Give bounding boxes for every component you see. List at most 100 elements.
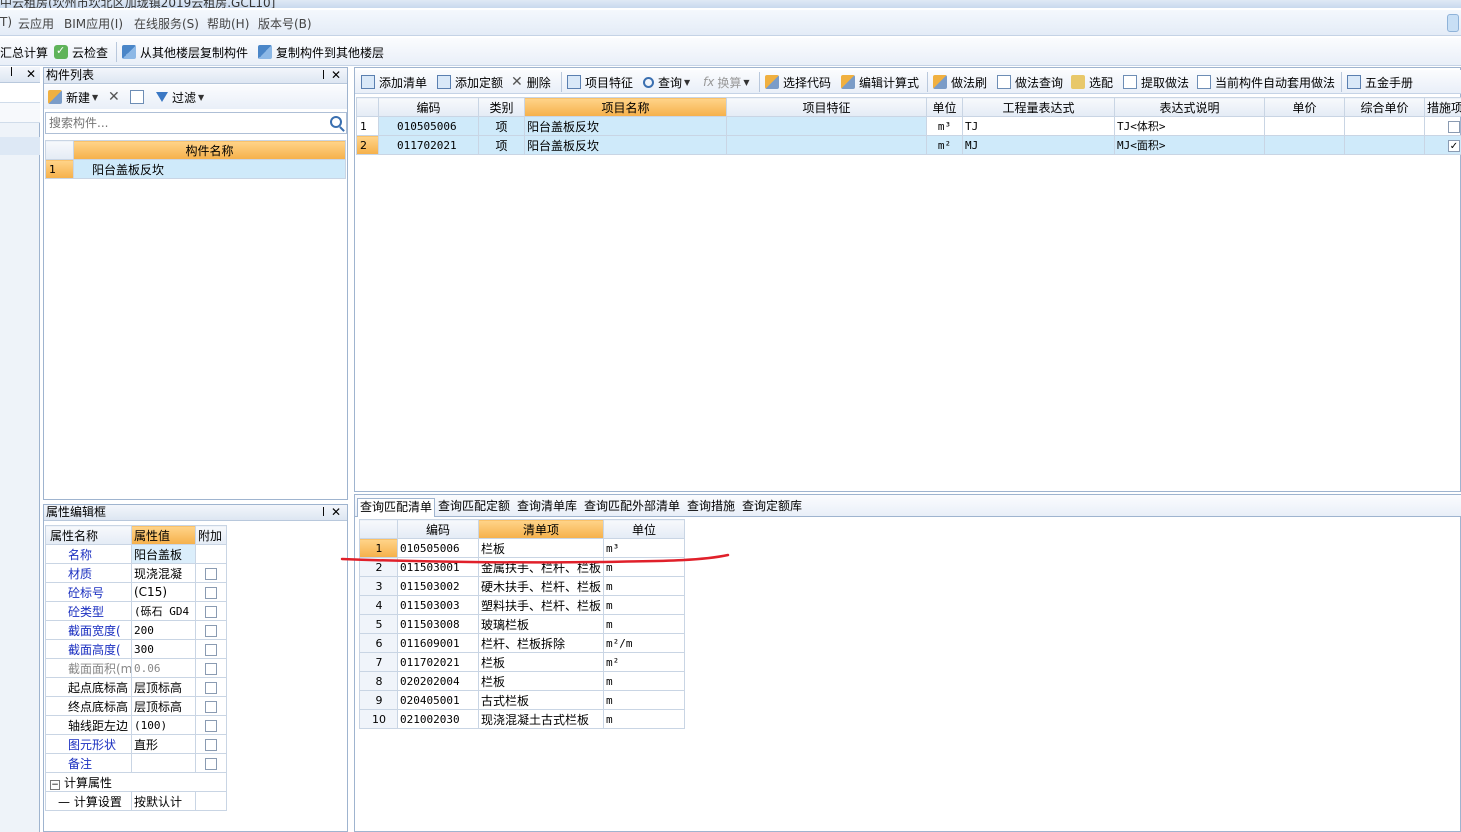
property-group-row[interactable]: − 计算属性 [45, 772, 227, 792]
unit-cell[interactable]: m [603, 709, 685, 729]
property-row[interactable]: 轴线距左边 (100) [45, 715, 227, 735]
extra-checkbox[interactable] [205, 662, 217, 675]
total-price-cell[interactable] [1344, 116, 1425, 136]
column-header-description[interactable]: 表达式说明 [1114, 97, 1265, 117]
code-cell[interactable]: 011702021 [397, 652, 479, 672]
component-name-cell[interactable]: 阳台盖板反坎 [73, 159, 346, 179]
tab-query-measures[interactable]: 查询措施 [685, 498, 737, 517]
column-header-price[interactable]: 单价 [1264, 97, 1345, 117]
unit-cell[interactable]: m² [603, 652, 685, 672]
navigation-row-selected[interactable] [0, 137, 40, 155]
convert-button[interactable]: fx 换算 ▼ [703, 73, 750, 91]
extra-checkbox[interactable] [205, 757, 217, 770]
code-cell[interactable]: 011503002 [397, 576, 479, 596]
hardware-manual-button[interactable]: 五金手册 [1347, 73, 1413, 91]
property-row[interactable]: 截面高度( 300 [45, 639, 227, 659]
pin-icon[interactable]: ꟾ [322, 506, 325, 521]
menu-item-online-service[interactable]: 在线服务(S) [134, 15, 199, 32]
property-value[interactable]: 按默认计 [131, 791, 196, 811]
table-row[interactable]: 5 011503008 玻璃栏板 m [359, 614, 685, 634]
code-cell[interactable]: 011702021 [378, 135, 479, 155]
property-value[interactable]: (砾石 GD4 [131, 601, 196, 621]
code-cell[interactable]: 010505006 [378, 116, 479, 136]
copy-to-floor-button[interactable]: 复制构件到其他楼层 [258, 43, 384, 61]
extra-checkbox[interactable] [205, 643, 217, 656]
name-cell[interactable]: 阳台盖板反坎 [524, 116, 727, 136]
method-query-button[interactable]: 做法查询 [997, 73, 1063, 91]
auto-apply-method-button[interactable]: 当前构件自动套用做法 [1197, 73, 1335, 91]
tab-query-external-list[interactable]: 查询匹配外部清单 [582, 498, 682, 517]
property-row[interactable]: 图元形状 直形 [45, 734, 227, 754]
feature-cell[interactable] [726, 116, 927, 136]
table-row[interactable]: 10 021002030 现浇混凝土古式栏板 m [359, 709, 685, 729]
property-value[interactable]: 300 [131, 639, 196, 659]
column-header-expression[interactable]: 工程量表达式 [962, 97, 1115, 117]
feature-cell[interactable] [726, 135, 927, 155]
measure-checkbox[interactable] [1448, 120, 1460, 133]
close-icon[interactable]: ✕ [331, 505, 341, 520]
menu-item-version[interactable]: 版本号(B) [258, 15, 312, 32]
type-cell[interactable]: 项 [478, 116, 525, 136]
extra-checkbox[interactable] [205, 719, 217, 732]
column-header-unit[interactable]: 单位 [603, 519, 685, 539]
pin-icon[interactable]: ꟾ [10, 68, 13, 79]
table-row[interactable]: 8 020202004 栏板 m [359, 671, 685, 691]
extra-checkbox[interactable] [205, 624, 217, 637]
name-cell[interactable]: 阳台盖板反坎 [524, 135, 727, 155]
table-row[interactable]: 7 011702021 栏板 m² [359, 652, 685, 672]
unit-cell[interactable]: m [603, 614, 685, 634]
table-row[interactable]: 2 011702021 项 阳台盖板反坎 m² MJ MJ<面积> [356, 135, 1461, 155]
menu-item-cloud-app[interactable]: 云应用 [18, 15, 54, 32]
edit-formula-button[interactable]: 编辑计算式 [841, 73, 919, 91]
unit-cell[interactable]: m [603, 595, 685, 615]
column-header-code[interactable]: 编码 [397, 519, 479, 539]
column-header-feature[interactable]: 项目特征 [726, 97, 927, 117]
column-header-unit[interactable]: 单位 [926, 97, 963, 117]
summary-calc-button[interactable]: 汇总计算 [0, 43, 48, 61]
type-cell[interactable]: 项 [478, 135, 525, 155]
property-value[interactable]: 层顶标高 [131, 677, 196, 697]
property-row[interactable]: — 计算设置 按默认计 [45, 791, 227, 811]
table-row[interactable]: 4 011503003 塑料扶手、栏杆、栏板 m [359, 595, 685, 615]
method-brush-button[interactable]: 做法刷 [933, 73, 987, 91]
column-header-code[interactable]: 编码 [378, 97, 479, 117]
table-row[interactable]: 1 010505006 项 阳台盖板反坎 m³ TJ TJ<体积> [356, 116, 1461, 136]
property-value[interactable]: 200 [131, 620, 196, 640]
table-row[interactable]: 9 020405001 古式栏板 m [359, 690, 685, 710]
extra-checkbox[interactable] [205, 681, 217, 694]
list-item-cell[interactable]: 栏杆、栏板拆除 [478, 633, 604, 653]
list-item-cell[interactable]: 玻璃栏板 [478, 614, 604, 634]
tab-query-quota-library[interactable]: 查询定额库 [740, 498, 804, 517]
collapse-icon[interactable]: − [50, 779, 60, 790]
extra-checkbox[interactable] [205, 738, 217, 751]
code-cell[interactable]: 021002030 [397, 709, 479, 729]
extra-checkbox[interactable] [205, 567, 217, 580]
property-value[interactable]: 现浇混凝 [131, 563, 196, 583]
cloud-check-button[interactable]: 云检查 [54, 43, 108, 61]
menu-item-help[interactable]: 帮助(H) [207, 15, 249, 32]
extra-checkbox[interactable] [205, 605, 217, 618]
code-cell[interactable]: 011503008 [397, 614, 479, 634]
property-row[interactable]: 材质 现浇混凝 [45, 563, 227, 583]
property-value[interactable]: (100) [131, 715, 196, 735]
add-quota-button[interactable]: 添加定额 [437, 73, 503, 91]
column-header-measure[interactable]: 措施项 [1424, 97, 1461, 117]
menu-item-tools[interactable]: T) [0, 15, 12, 29]
unit-cell[interactable]: m² [926, 135, 963, 155]
list-item-cell[interactable]: 古式栏板 [478, 690, 604, 710]
tab-query-match-quota[interactable]: 查询匹配定额 [436, 498, 512, 517]
list-item-cell[interactable]: 栏板 [478, 652, 604, 672]
column-header-total-price[interactable]: 综合单价 [1344, 97, 1425, 117]
delete-button[interactable]: ✕ 删除 [511, 73, 551, 91]
unit-cell[interactable]: m [603, 576, 685, 596]
copy-component-button[interactable] [130, 88, 148, 106]
column-header-list-item[interactable]: 清单项 [478, 519, 604, 539]
property-group[interactable]: − 计算属性 [45, 772, 227, 792]
unit-cell[interactable]: m [603, 671, 685, 691]
property-row[interactable]: 截面宽度( 200 [45, 620, 227, 640]
property-value[interactable]: 层顶标高 [131, 696, 196, 716]
navigation-row[interactable] [0, 103, 40, 123]
new-component-button[interactable]: 新建 ▼ [48, 88, 98, 106]
copy-from-floor-button[interactable]: 从其他楼层复制构件 [122, 43, 248, 61]
tab-query-match-list[interactable]: 查询匹配清单 [357, 498, 436, 517]
